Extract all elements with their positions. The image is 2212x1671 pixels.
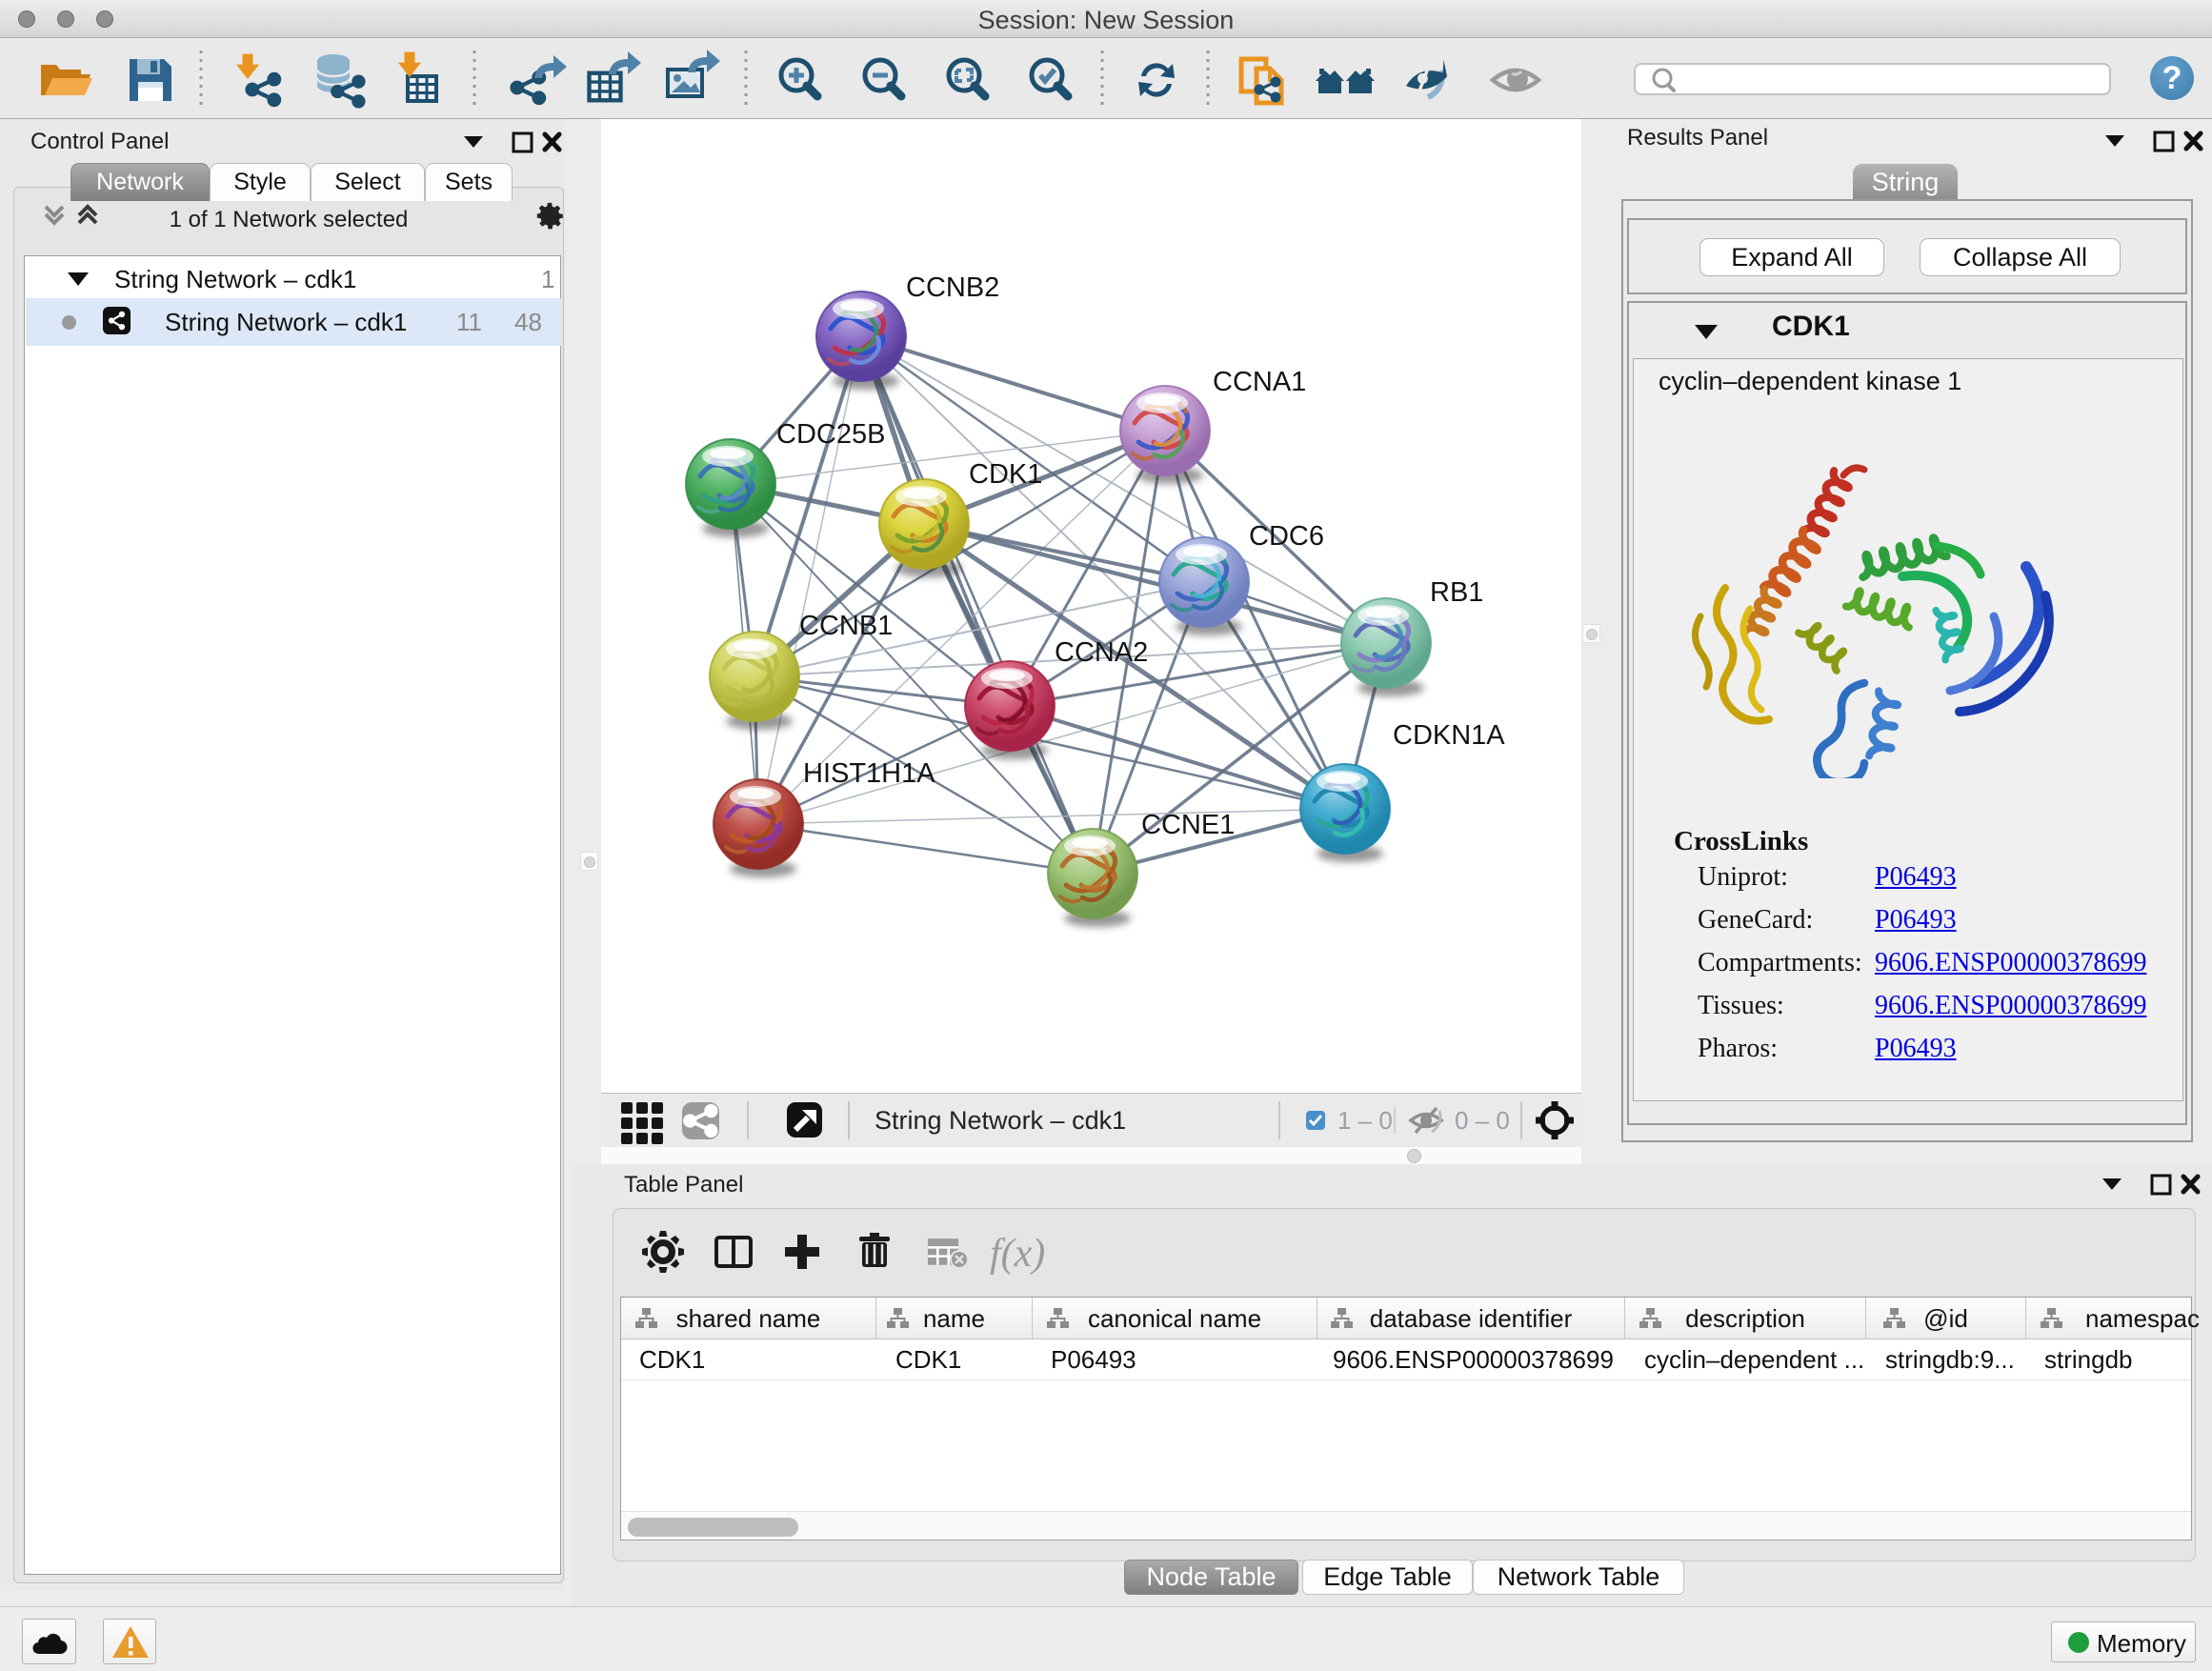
svg-text:1 – 0: 1 – 0: [1337, 1106, 1393, 1135]
svg-text:CDKN1A: CDKN1A: [1393, 720, 1505, 751]
svg-text:RB1: RB1: [1430, 577, 1483, 608]
svg-text:CCNA1: CCNA1: [1213, 367, 1306, 397]
svg-text:CCNB2: CCNB2: [906, 272, 999, 303]
svg-text:HIST1H1A: HIST1H1A: [803, 758, 935, 789]
svg-text:CDC25B: CDC25B: [776, 419, 885, 450]
svg-text:CCNB1: CCNB1: [799, 611, 893, 641]
svg-text:CCNE1: CCNE1: [1141, 810, 1235, 840]
svg-text:f(x): f(x): [990, 1232, 1045, 1276]
svg-text:0 – 0: 0 – 0: [1455, 1106, 1510, 1135]
svg-text:CCNA2: CCNA2: [1055, 637, 1148, 668]
svg-text:String Network – cdk1: String Network – cdk1: [875, 1106, 1126, 1135]
svg-text:CDK1: CDK1: [969, 459, 1042, 490]
svg-text:CDC6: CDC6: [1249, 521, 1324, 552]
